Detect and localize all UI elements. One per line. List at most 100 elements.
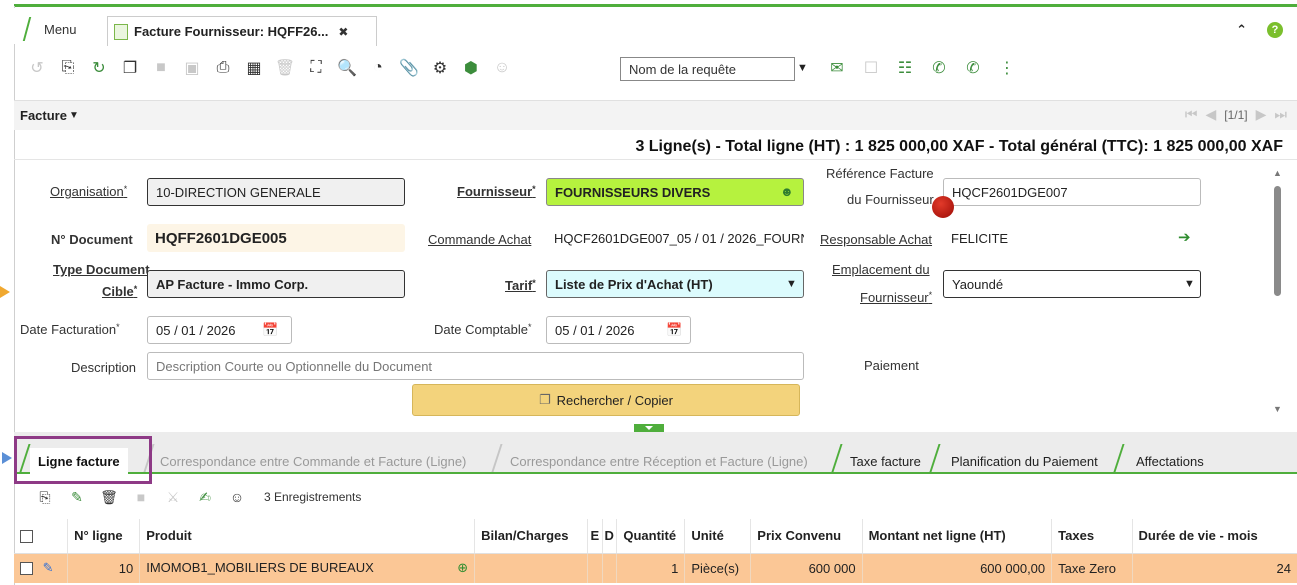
close-icon[interactable]: ✖ — [338, 25, 348, 39]
tab-correspondance-reception[interactable]: Correspondance entre Réception et Factur… — [502, 448, 816, 474]
commande-field[interactable]: HQCF2601DGE007_05 / 01 / 2026_FOURNISSEU… — [546, 224, 804, 252]
form-scrollbar[interactable]: ▲ ▼ — [1271, 168, 1283, 414]
col-header[interactable]: N° ligne — [67, 519, 140, 554]
col-header[interactable]: Quantité — [616, 519, 685, 554]
first-record-icon[interactable]: ⏮ — [1185, 106, 1198, 123]
tab-facture-fournisseur[interactable]: Facture Fournisseur: HQFF26... ✖ — [107, 16, 377, 46]
save-new-icon[interactable]: ▣ — [181, 57, 203, 79]
cell-e[interactable] — [587, 553, 603, 583]
archive-icon[interactable]: ☐ — [860, 57, 882, 79]
last-record-icon[interactable]: ⏭ — [1274, 106, 1287, 123]
tab-planification-paiement[interactable]: Planification du Paiement — [943, 448, 1106, 474]
whatsapp-icon[interactable]: ✆ — [928, 57, 950, 79]
select-all-checkbox[interactable] — [20, 530, 33, 544]
cell-bilan[interactable] — [474, 553, 588, 583]
table-row[interactable]: ✎ 10 IMOMOB1_MOBILIERS DE BUREAUX ⊕ 1 Pi… — [14, 553, 1297, 583]
fullscreen-icon[interactable]: ⛶ — [305, 57, 327, 79]
cell-taxes[interactable]: Taxe Zero — [1051, 553, 1133, 583]
row-edit-icon[interactable]: ✎ — [43, 560, 54, 575]
fournisseur-label[interactable]: Fournisseur — [457, 184, 536, 199]
responsable-field[interactable]: FELICITE — [943, 224, 1201, 252]
user-icon[interactable]: ☺ — [491, 57, 513, 79]
cell-product[interactable]: IMOMOB1_MOBILIERS DE BUREAUX ⊕ — [139, 553, 475, 583]
grid-delete-icon[interactable]: 🗑 — [98, 486, 120, 508]
rechercher-copier-button[interactable]: ❐ Rechercher / Copier — [412, 384, 800, 416]
select-all-column[interactable] — [14, 519, 68, 554]
user-lookup-icon[interactable]: ➔ — [1178, 228, 1191, 246]
delete-icon[interactable]: 🗑 — [274, 57, 296, 79]
tab-taxe-facture[interactable]: Taxe facture — [842, 448, 929, 474]
copy-record-icon[interactable]: ❐ — [119, 57, 141, 79]
col-header[interactable]: Produit — [139, 519, 475, 554]
send-mail-icon[interactable]: ✉ — [826, 57, 848, 79]
chart-icon[interactable]: ◔ — [367, 57, 389, 79]
emplacement-field[interactable]: Yaoundé — [943, 270, 1201, 298]
new-record-icon[interactable]: ⎘ — [57, 57, 79, 79]
workflow-icon[interactable]: ⚙ — [429, 57, 451, 79]
zoom-icon[interactable]: ⊕ — [457, 560, 468, 576]
col-header[interactable]: Taxes — [1051, 519, 1133, 554]
row-select-cell[interactable]: ✎ — [14, 553, 68, 583]
scroll-down-icon[interactable]: ▼ — [1273, 404, 1282, 414]
next-record-icon[interactable]: ▶ — [1256, 106, 1267, 123]
ndocument-field[interactable]: HQFF2601DGE005 — [147, 224, 405, 252]
query-dropdown-caret-icon[interactable]: ▼ — [797, 62, 808, 74]
section-dropdown-icon[interactable]: ▼ — [69, 110, 79, 121]
row-checkbox[interactable] — [20, 562, 33, 576]
product-info-icon[interactable]: ⬢ — [460, 57, 482, 79]
grid-process-icon[interactable]: ✍ — [194, 486, 216, 508]
fournisseur-field[interactable]: FOURNISSEURS DIVERS — [546, 178, 804, 206]
tarif-label[interactable]: Tarif — [505, 278, 536, 293]
typedoc-field[interactable]: AP Facture - Immo Corp. — [147, 270, 405, 298]
sitemap-icon[interactable]: ☷ — [894, 57, 916, 79]
scrollbar-thumb[interactable] — [1274, 186, 1281, 296]
cell-line-number[interactable]: 10 — [67, 553, 140, 583]
col-header[interactable]: Montant net ligne (HT) — [861, 519, 1052, 554]
col-header[interactable]: Unité — [684, 519, 751, 554]
refresh-icon[interactable]: ↻ — [88, 57, 110, 79]
typedoc-label-line1[interactable]: Type Document — [53, 262, 150, 277]
tab-correspondance-commande[interactable]: Correspondance entre Commande et Facture… — [152, 448, 474, 474]
responsable-label[interactable]: Responsable Achat — [820, 232, 932, 247]
typedoc-label-line2[interactable]: Cible — [102, 284, 137, 299]
calendar-icon[interactable]: 📅 — [666, 322, 682, 338]
more-vertical-icon[interactable]: ⋮ — [996, 57, 1018, 79]
collapse-panel-handle[interactable] — [634, 424, 664, 432]
tarif-field[interactable]: Liste de Prix d'Achat (HT) — [546, 270, 804, 298]
mail-report-icon[interactable]: ✆ — [962, 57, 984, 79]
grid-edit-icon[interactable]: ✎ — [66, 486, 88, 508]
cell-quantity[interactable]: 1 — [616, 553, 685, 583]
organisation-label[interactable]: Organisation — [50, 184, 127, 199]
emplacement-label-line1[interactable]: Emplacement du — [832, 262, 930, 277]
cell-price[interactable]: 600 000 — [750, 553, 863, 583]
previous-record-icon[interactable]: ◀ — [1205, 106, 1216, 123]
col-header[interactable]: Durée de vie - mois — [1131, 519, 1297, 554]
col-header[interactable]: D — [601, 519, 617, 554]
attachment-icon[interactable]: 📎 — [398, 57, 420, 79]
tarif-dropdown-icon[interactable]: ▼ — [786, 278, 797, 290]
help-icon[interactable]: ? — [1267, 22, 1283, 38]
business-partner-icon[interactable]: ☻ — [780, 184, 794, 199]
tab-affectations[interactable]: Affectations — [1128, 448, 1212, 474]
grid-save-icon[interactable]: ■ — [130, 486, 152, 508]
collapse-up-icon[interactable]: ⌃ — [1236, 22, 1247, 38]
col-header[interactable]: Prix Convenu — [750, 519, 863, 554]
query-select[interactable]: Nom de la requête — [620, 57, 795, 81]
zoom-search-icon[interactable]: 🔍 — [336, 57, 358, 79]
commande-label[interactable]: Commande Achat — [428, 232, 531, 247]
save-icon[interactable]: ■ — [150, 57, 172, 79]
grid-link-icon[interactable]: ⚔ — [162, 486, 184, 508]
cell-d[interactable] — [601, 553, 617, 583]
emplacement-dropdown-icon[interactable]: ▼ — [1184, 278, 1195, 290]
cell-lifetime[interactable]: 24 — [1131, 553, 1297, 583]
cell-amount[interactable]: 600 000,00 — [861, 553, 1052, 583]
grid-toggle-icon[interactable]: ▦ — [243, 57, 265, 79]
facture-section-header[interactable]: Facture ▼ — [14, 100, 1297, 130]
scroll-up-icon[interactable]: ▲ — [1273, 168, 1282, 178]
calendar-icon[interactable]: 📅 — [262, 322, 278, 338]
col-header[interactable]: E — [587, 519, 603, 554]
ignore-icon[interactable]: ↺ — [26, 57, 48, 79]
tab-menu[interactable]: Menu — [22, 16, 87, 42]
reference-field[interactable]: HQCF2601DGE007 — [943, 178, 1201, 206]
print-icon[interactable]: ⎙ — [212, 57, 234, 79]
